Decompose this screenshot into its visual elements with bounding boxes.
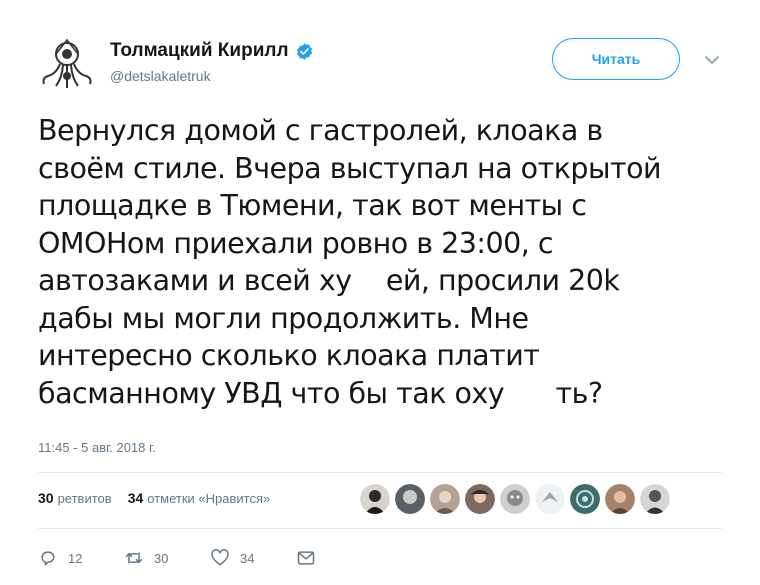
tweet-text-line: автозаками и всей ху ей, просили 20k <box>38 264 620 297</box>
envelope-icon <box>297 551 315 565</box>
avatar[interactable] <box>395 484 425 514</box>
tweet-text-line: басманному УВД что бы так оху ть? <box>38 376 603 410</box>
tweet-timestamp[interactable]: 11:45 - 5 авг. 2018 г. <box>38 440 156 455</box>
direct-message-button[interactable] <box>296 548 326 568</box>
retweets-label: ретвитов <box>57 491 112 506</box>
divider <box>38 472 722 473</box>
liker-avatars <box>360 484 670 514</box>
tweet-text-line: интересно сколько клоака платит <box>38 339 540 372</box>
like-button[interactable]: 34 <box>210 548 260 568</box>
author-display-name[interactable]: Толмацкий Кирилл <box>110 40 289 62</box>
tweet-header: Толмацкий Кирилл @detslakaletruk Читать <box>36 22 736 92</box>
likes-stat[interactable]: 34 отметки «Нравится» <box>128 490 271 506</box>
author-block: Толмацкий Кирилл @detslakaletruk <box>110 40 314 84</box>
tweet-text-line: площадке в Тюмени, так вот менты с <box>38 189 587 222</box>
avatar[interactable] <box>605 484 635 514</box>
reply-count: 12 <box>68 550 83 566</box>
likes-label: отметки «Нравится» <box>147 491 271 506</box>
tweet-text: Вернулся домой с гастролей, клоака в сво… <box>38 112 738 412</box>
retweet-icon <box>125 552 143 564</box>
tweet-text-line: Вернулся домой с гастролей, клоака в <box>38 114 603 147</box>
avatar[interactable] <box>36 34 98 96</box>
heart-icon <box>211 549 229 566</box>
tweet-actions: 12 30 34 <box>38 548 362 568</box>
retweet-count: 30 <box>154 550 169 566</box>
avatar[interactable] <box>570 484 600 514</box>
retweet-button[interactable]: 30 <box>124 548 174 568</box>
verified-badge-icon <box>296 42 312 60</box>
reply-button[interactable]: 12 <box>38 548 88 568</box>
avatar[interactable] <box>360 484 390 514</box>
avatar[interactable] <box>430 484 460 514</box>
follow-button[interactable]: Читать <box>552 38 680 80</box>
author-handle[interactable]: @detslakaletruk <box>110 68 314 84</box>
tweet-text-line: дабы мы могли продолжить. Мне <box>38 301 529 335</box>
tweet-stats: 30 ретвитов 34 отметки «Нравится» <box>38 490 286 506</box>
like-count: 34 <box>240 550 255 566</box>
avatar[interactable] <box>535 484 565 514</box>
reply-icon <box>41 551 55 566</box>
chevron-down-icon[interactable] <box>704 54 720 66</box>
tweet-text-line: ОМОНом приехали ровно в 23:00, с <box>38 226 554 260</box>
avatar[interactable] <box>465 484 495 514</box>
tweet-text-line: своём стиле. Вчера выступал на открытой <box>38 151 662 185</box>
divider <box>38 528 722 529</box>
avatar[interactable] <box>500 484 530 514</box>
likes-count: 34 <box>127 490 144 506</box>
retweets-count: 30 <box>38 490 54 506</box>
avatar[interactable] <box>640 484 670 514</box>
retweets-stat[interactable]: 30 ретвитов <box>38 490 112 506</box>
